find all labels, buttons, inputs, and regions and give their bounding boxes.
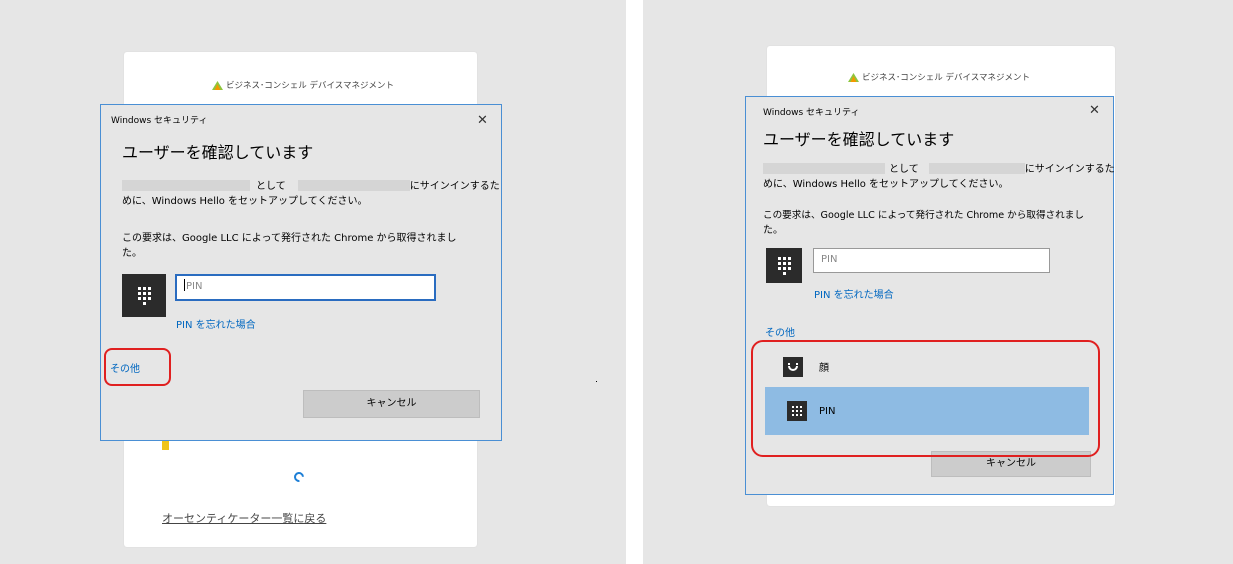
redacted-account <box>763 163 885 174</box>
brand-logo-icon <box>848 72 859 82</box>
highlight-more-options <box>104 348 171 386</box>
brand-name: ビジネス･コンシェル デバイスマネジメント <box>226 81 394 91</box>
text-caret <box>184 279 185 291</box>
request-source-text: この要求は、Google LLC によって発行された Chrome から取得され… <box>763 210 1084 236</box>
close-icon[interactable]: ✕ <box>477 114 488 127</box>
redacted-site <box>928 163 1025 174</box>
dialog-window-title: Windows セキュリティ <box>763 108 860 118</box>
dialog-heading: ユーザーを確認しています <box>763 130 955 149</box>
signin-instruction-text: として にサインインするた めに、Windows Hello をセットアップしてく… <box>763 163 1115 190</box>
pin-input[interactable]: PIN <box>813 248 1050 273</box>
keypad-icon <box>766 248 802 283</box>
cancel-button[interactable]: キャンセル <box>303 390 480 418</box>
highlight-sign-in-options <box>751 340 1100 457</box>
right-screenshot-panel: ビジネス･コンシェル デバイスマネジメント Windows セキュリティ ✕ ユ… <box>643 0 1233 564</box>
signin-instruction-text: として にサインインするた めに、Windows Hello をセットアップしてく… <box>122 180 500 207</box>
brand-name: ビジネス･コンシェル デバイスマネジメント <box>862 73 1030 83</box>
brand-logo: ビジネス･コンシェル デバイスマネジメント <box>212 79 394 91</box>
forgot-pin-link[interactable]: PIN を忘れた場合 <box>814 286 894 301</box>
redacted-account <box>122 180 250 191</box>
brand-logo: ビジネス･コンシェル デバイスマネジメント <box>848 71 1030 83</box>
more-options-link[interactable]: その他 <box>765 324 795 339</box>
dialog-heading: ユーザーを確認しています <box>122 143 314 162</box>
stray-dot <box>596 381 597 382</box>
back-to-authenticators-link[interactable]: オーセンティケーター一覧に戻る <box>162 510 326 526</box>
dialog-window-title: Windows セキュリティ <box>111 116 208 126</box>
loading-spinner-icon <box>291 469 307 485</box>
close-icon[interactable]: ✕ <box>1089 104 1100 117</box>
request-source-text: この要求は、Google LLC によって発行された Chrome から取得され… <box>122 233 457 259</box>
keypad-icon <box>122 274 166 317</box>
left-screenshot-panel: ビジネス･コンシェル デバイスマネジメント オーセンティケーター一覧に戻る Wi… <box>0 0 626 564</box>
windows-security-dialog: Windows セキュリティ ✕ ユーザーを確認しています として にサインインす… <box>100 104 502 441</box>
brand-logo-icon <box>212 80 223 90</box>
redacted-site <box>297 180 410 191</box>
forgot-pin-link[interactable]: PIN を忘れた場合 <box>176 316 256 331</box>
pin-input[interactable]: PIN <box>175 274 436 301</box>
